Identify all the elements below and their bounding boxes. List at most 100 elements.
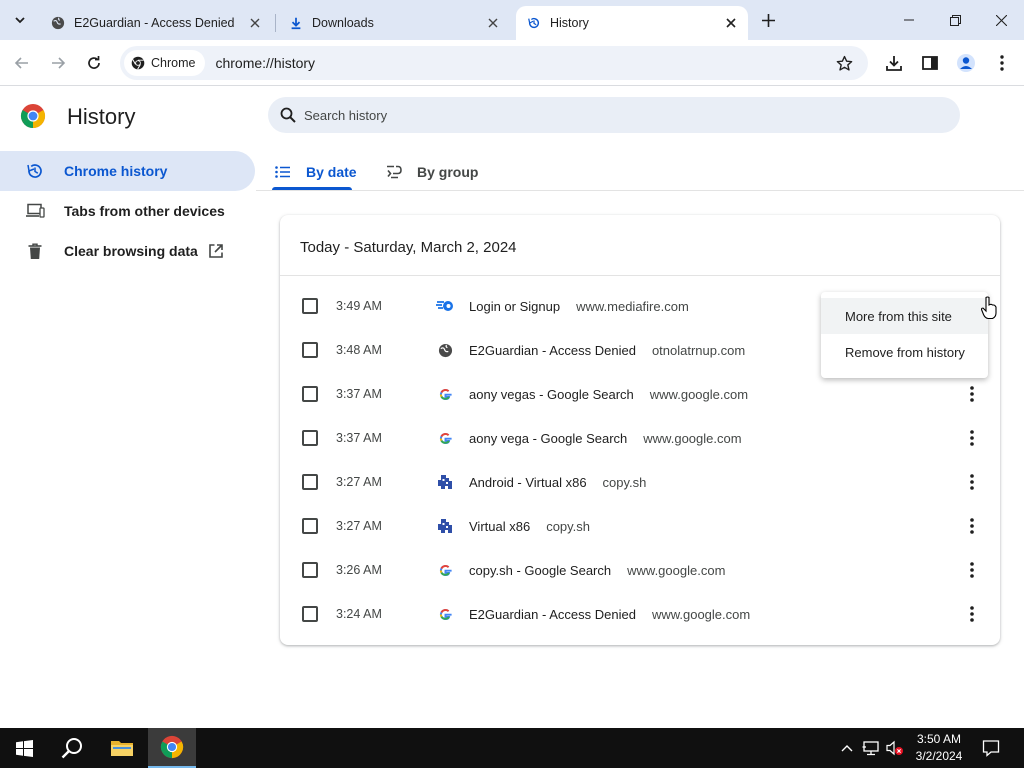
- sidebar-item-tabs-other-devices[interactable]: Tabs from other devices: [0, 191, 225, 231]
- menu-button[interactable]: [988, 49, 1016, 77]
- row-title: E2Guardian - Access Denied: [469, 342, 636, 358]
- side-panel-button[interactable]: [916, 49, 944, 77]
- row-domain: www.google.com: [649, 386, 749, 402]
- history-row[interactable]: 3:27 AM Virtual x86 copy.sh: [280, 504, 1000, 548]
- row-title: E2Guardian - Access Denied: [469, 606, 636, 622]
- reload-button[interactable]: [80, 49, 108, 77]
- row-checkbox[interactable]: [302, 606, 318, 622]
- history-item-context-menu: More from this site Remove from history: [821, 292, 988, 378]
- row-domain: www.google.com: [627, 562, 726, 578]
- row-domain: www.google.com: [651, 606, 751, 622]
- tab-title: Downloads: [312, 16, 374, 30]
- history-row[interactable]: 3:27 AM Android - Virtual x86 copy.sh: [280, 460, 1000, 504]
- tab-search-button[interactable]: [8, 8, 32, 32]
- tab-close-button[interactable]: [722, 14, 740, 32]
- row-link[interactable]: E2Guardian - Access Denied www.google.com: [469, 607, 750, 622]
- reload-icon: [88, 56, 100, 69]
- row-actions-button[interactable]: [962, 426, 982, 450]
- start-button[interactable]: [0, 728, 48, 768]
- chevron-up-icon[interactable]: [838, 738, 856, 758]
- new-tab-button[interactable]: [756, 8, 780, 32]
- row-link[interactable]: aony vega - Google Search www.google.com: [469, 431, 742, 446]
- tab-close-button[interactable]: [246, 14, 264, 32]
- history-row[interactable]: 3:37 AM aony vegas - Google Search www.goo…: [280, 372, 1000, 416]
- close-window-button[interactable]: [978, 0, 1024, 40]
- sidebar-item-clear-browsing-data[interactable]: Clear browsing data: [0, 231, 224, 271]
- row-link[interactable]: E2Guardian - Access Denied otnolatrnup.co…: [469, 343, 745, 358]
- windows-logo-icon: [15, 739, 33, 757]
- downloads-button[interactable]: [880, 49, 908, 77]
- minimize-button[interactable]: [886, 0, 932, 40]
- row-link[interactable]: aony vegas - Google Search www.google.com: [469, 387, 748, 402]
- restore-button[interactable]: [932, 0, 978, 40]
- kebab-menu-icon: [1000, 55, 1004, 71]
- forward-button[interactable]: [44, 49, 72, 77]
- sidebar-item-label: Chrome history: [64, 163, 168, 179]
- kebab-menu-icon: [970, 474, 974, 490]
- search-history-box[interactable]: [268, 97, 960, 133]
- search-input[interactable]: [304, 107, 904, 123]
- menu-item-remove-from-history[interactable]: Remove from history: [821, 334, 988, 370]
- globe-icon: [436, 341, 454, 359]
- tab-downloads[interactable]: Downloads: [278, 6, 510, 40]
- tab-close-button[interactable]: [484, 14, 502, 32]
- network-icon[interactable]: [862, 738, 880, 758]
- tab-label: By group: [417, 164, 479, 180]
- url-text[interactable]: chrome://history: [215, 55, 315, 71]
- row-domain: copy.sh: [546, 518, 591, 534]
- row-actions-button[interactable]: [962, 470, 982, 494]
- sidebar-item-label: Clear browsing data: [64, 243, 198, 259]
- row-domain: www.mediafire.com: [576, 298, 689, 314]
- row-checkbox[interactable]: [302, 342, 318, 358]
- chrome-taskbar-button[interactable]: [148, 728, 196, 768]
- tab-title: E2Guardian - Access Denied: [74, 16, 235, 30]
- row-checkbox[interactable]: [302, 386, 318, 402]
- close-icon: [250, 18, 260, 28]
- row-link[interactable]: Virtual x86 copy.sh: [469, 519, 590, 534]
- sidebar-item-chrome-history[interactable]: Chrome history: [0, 151, 255, 191]
- notifications-icon[interactable]: [982, 738, 1000, 758]
- history-icon: [24, 160, 46, 182]
- volume-muted-icon[interactable]: [886, 738, 904, 758]
- row-time: 3:26 AM: [336, 563, 382, 577]
- taskbar-clock[interactable]: 3:50 AM 3/2/2024: [904, 731, 974, 765]
- row-checkbox[interactable]: [302, 562, 318, 578]
- row-title: copy.sh - Google Search: [469, 562, 612, 578]
- back-button[interactable]: [8, 49, 36, 77]
- group-icon: [385, 163, 403, 181]
- row-link[interactable]: Login or Signup www.mediafire.com: [469, 299, 689, 314]
- tab-e2guardian[interactable]: E2Guardian - Access Denied: [40, 6, 272, 40]
- download-icon: [288, 15, 304, 31]
- file-explorer-button[interactable]: [98, 728, 146, 768]
- history-row[interactable]: 3:26 AM copy.sh - Google Search www.google…: [280, 548, 1000, 592]
- clock-date: 3/2/2024: [915, 749, 963, 763]
- row-checkbox[interactable]: [302, 298, 318, 314]
- profile-button[interactable]: [952, 49, 980, 77]
- menu-item-more-from-site[interactable]: More from this site: [821, 298, 988, 334]
- copysh-icon: [436, 517, 454, 535]
- row-link[interactable]: Android - Virtual x86 copy.sh: [469, 475, 646, 490]
- row-actions-button[interactable]: [962, 514, 982, 538]
- tab-history[interactable]: History: [516, 6, 748, 40]
- row-checkbox[interactable]: [302, 518, 318, 534]
- row-checkbox[interactable]: [302, 430, 318, 446]
- row-actions-button[interactable]: [962, 558, 982, 582]
- row-link[interactable]: copy.sh - Google Search www.google.com: [469, 563, 725, 578]
- tab-by-date[interactable]: By date: [274, 153, 357, 191]
- card-divider: [280, 275, 1000, 276]
- row-time: 3:48 AM: [336, 343, 382, 357]
- tab-by-group[interactable]: By group: [385, 153, 478, 191]
- date-header: Today - Saturday, March 2, 2024: [300, 239, 517, 256]
- bookmark-button[interactable]: [834, 53, 854, 73]
- row-actions-button[interactable]: [962, 382, 982, 406]
- row-checkbox[interactable]: [302, 474, 318, 490]
- history-row[interactable]: 3:24 AM E2Guardian - Access Denied www.goo…: [280, 592, 1000, 636]
- row-time: 3:37 AM: [336, 431, 382, 445]
- row-title: aony vega - Google Search: [469, 430, 628, 446]
- site-info-chip[interactable]: Chrome: [124, 50, 206, 76]
- address-bar[interactable]: Chrome chrome://history: [120, 46, 868, 80]
- search-taskbar-button[interactable]: [48, 728, 96, 768]
- row-actions-button[interactable]: [962, 602, 982, 626]
- chrome-icon: [130, 55, 146, 71]
- history-row[interactable]: 3:37 AM aony vega - Google Search www.goog…: [280, 416, 1000, 460]
